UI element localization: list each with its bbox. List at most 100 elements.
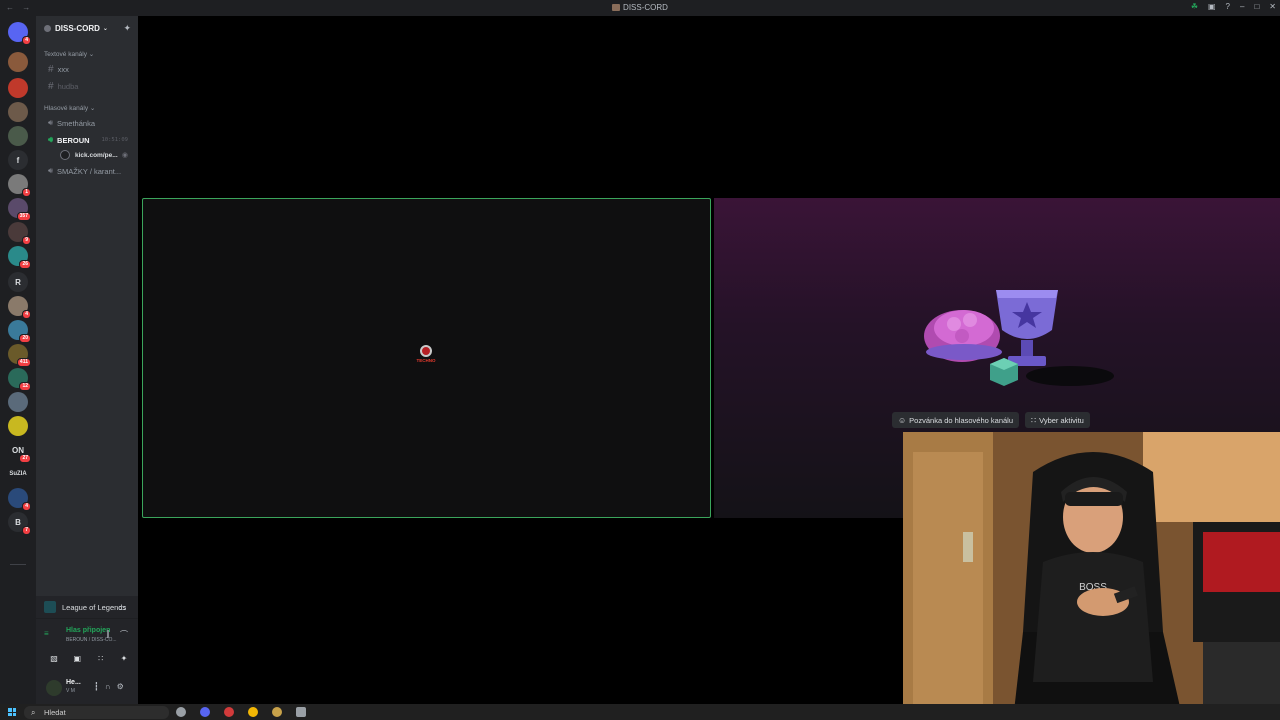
server-icon-1[interactable] <box>8 52 28 72</box>
server-icon-19[interactable]: 4 <box>8 488 31 511</box>
server-icon <box>612 4 621 11</box>
unread-badge: 26 <box>19 260 31 269</box>
trophy-icon <box>996 290 1058 366</box>
server-header[interactable]: DISS-CORD ⌄ ✦ <box>36 16 138 40</box>
user-status: V M <box>66 688 75 694</box>
server-icon-15[interactable] <box>8 392 28 412</box>
server-icon-2[interactable] <box>8 78 28 98</box>
discord-app-icon[interactable] <box>200 707 210 717</box>
server-icon-3[interactable] <box>8 102 28 122</box>
voice-channel-smethanka[interactable]: 🔊︎ Smethánka <box>40 115 134 131</box>
voice-connected-label[interactable]: Hlas připojen <box>66 627 110 634</box>
choose-activity-button[interactable]: ∷ Vyber aktivitu <box>1025 412 1090 428</box>
server-icon-10[interactable]: R <box>8 272 28 292</box>
webcam-person-image: BOSS <box>903 432 1280 720</box>
server-icon-20[interactable]: B7 <box>8 512 31 535</box>
windows-start-icon[interactable] <box>8 708 16 716</box>
search-icon: ⌕ <box>31 708 36 717</box>
stream-tile-speaking[interactable]: TECHNO <box>142 198 711 518</box>
avatar <box>60 150 70 160</box>
taskbar-search[interactable]: ⌕ Hledat <box>24 706 169 719</box>
server-name: DISS-CORD <box>55 23 100 33</box>
server-icon-0[interactable]: 4 <box>8 22 31 45</box>
server-icon-4[interactable] <box>8 126 28 146</box>
activities-icon: ∷ <box>1031 415 1037 425</box>
unread-badge: 9 <box>22 236 31 245</box>
server-label: f <box>16 155 20 165</box>
chevron-down-icon: ⌄ <box>102 25 108 32</box>
monitor-icon[interactable]: ▭ <box>118 603 126 612</box>
lol-icon[interactable] <box>272 707 282 717</box>
screen-share-icon: ◉ <box>121 152 128 159</box>
maximize-button[interactable]: □ <box>1254 2 1259 11</box>
hash-icon: # <box>48 63 54 75</box>
inbox-icon[interactable]: ▣ <box>1208 2 1216 11</box>
microphone-icon[interactable]: ┇ <box>94 682 99 691</box>
unread-badge: 20 <box>19 334 31 343</box>
signal-icon[interactable]: ≡ <box>44 629 52 638</box>
screen-share-button[interactable]: ▣ <box>67 651 87 665</box>
unread-badge: 4 <box>22 310 31 319</box>
user-name[interactable]: He... <box>66 679 81 686</box>
speaker-icon: 🔊︎ <box>48 118 54 127</box>
disconnect-icon[interactable]: ⌒ <box>120 629 128 640</box>
settings-gear-icon[interactable]: ⚙ <box>117 682 124 691</box>
voice-connection-panel: ≡ Hlas připojen BEROUN / DISS-CO... ∥ ⌒ … <box>36 618 138 674</box>
help-icon[interactable]: ? <box>1226 2 1230 11</box>
close-button[interactable]: ✕ <box>1269 2 1276 11</box>
server-icon-18[interactable]: SuZIA <box>4 464 32 484</box>
chrome-icon[interactable] <box>248 707 258 717</box>
server-icon-12[interactable]: 20 <box>8 320 31 343</box>
camera-off-button[interactable]: ▧ <box>44 651 64 665</box>
server-icon-14[interactable]: 12 <box>8 368 31 391</box>
settings-gear-icon[interactable] <box>296 707 306 717</box>
voice-channel-beroun[interactable]: 🔊︎ BEROUN 10:51:09 <box>40 132 134 148</box>
unread-badge: 1 <box>22 188 31 197</box>
server-icon-16[interactable] <box>8 416 28 436</box>
unread-badge: 411 <box>16 358 31 367</box>
add-person-icon: ☺ <box>898 415 907 425</box>
activity-panel[interactable]: League of Legends ▭ <box>36 596 138 618</box>
noise-suppression-icon[interactable]: ∥ <box>106 629 110 640</box>
voice-channel-smazky[interactable]: 🔊︎ SMAŽKY / karant... <box>40 163 134 179</box>
soundboard-button[interactable]: ✦ <box>114 651 134 665</box>
server-icon-9[interactable]: 26 <box>8 246 31 269</box>
server-icon-11[interactable]: 4 <box>8 296 31 319</box>
voice-member[interactable]: kick.com/pe... ◉ <box>36 148 138 162</box>
guild-separator <box>10 564 26 565</box>
webcam-overlay: BOSS <box>903 432 1280 720</box>
unread-badge: 27 <box>19 454 31 463</box>
server-dot-icon <box>44 24 51 32</box>
server-icon-7[interactable]: 357 <box>8 198 31 221</box>
server-icon-6[interactable]: 1 <box>8 174 31 197</box>
unread-badge: 4 <box>22 502 31 511</box>
unread-badge: 4 <box>22 36 31 45</box>
server-icon-13[interactable]: 411 <box>8 344 31 367</box>
window-title-text: DISS-CORD <box>623 3 668 12</box>
leaf-icon[interactable]: ☘ <box>1191 2 1198 11</box>
window-title: DISS-CORD <box>0 3 1280 12</box>
unread-badge: 7 <box>22 526 31 535</box>
activities-button[interactable]: ∷ <box>91 651 111 665</box>
os-taskbar: ⌕ Hledat <box>0 704 1280 720</box>
headphones-icon[interactable]: ∩ <box>105 682 111 691</box>
app-icon-3[interactable] <box>224 707 234 717</box>
category-voice-channels[interactable]: Hlasové kanály ⌄ <box>36 104 138 114</box>
channel-xxx[interactable]: # xxx <box>40 61 134 77</box>
invite-to-voice-button[interactable]: ☺ Pozvánka do hlasového kanálu <box>892 412 1019 428</box>
app-icon-1[interactable] <box>176 707 186 717</box>
member-name: kick.com/pe... <box>75 151 118 159</box>
speaker-icon: 🔊︎ <box>48 166 54 175</box>
minimize-button[interactable]: – <box>1240 2 1244 11</box>
server-label: R <box>15 277 21 287</box>
channel-hudba[interactable]: # hudba <box>40 78 134 94</box>
activity-name: League of Legends <box>62 602 127 612</box>
server-icon-5[interactable]: f <box>8 150 28 170</box>
server-icon-8[interactable]: 9 <box>8 222 31 245</box>
server-icon-17[interactable]: ON 27 <box>8 440 31 463</box>
add-member-icon[interactable]: ✦ <box>123 23 131 34</box>
category-text-channels[interactable]: Textové kanály ⌄ <box>36 50 138 60</box>
user-panel: He... V M ┇ ∩ ⚙ <box>36 674 138 704</box>
avatar[interactable] <box>46 680 62 696</box>
server-label: SuZIA <box>9 471 27 477</box>
